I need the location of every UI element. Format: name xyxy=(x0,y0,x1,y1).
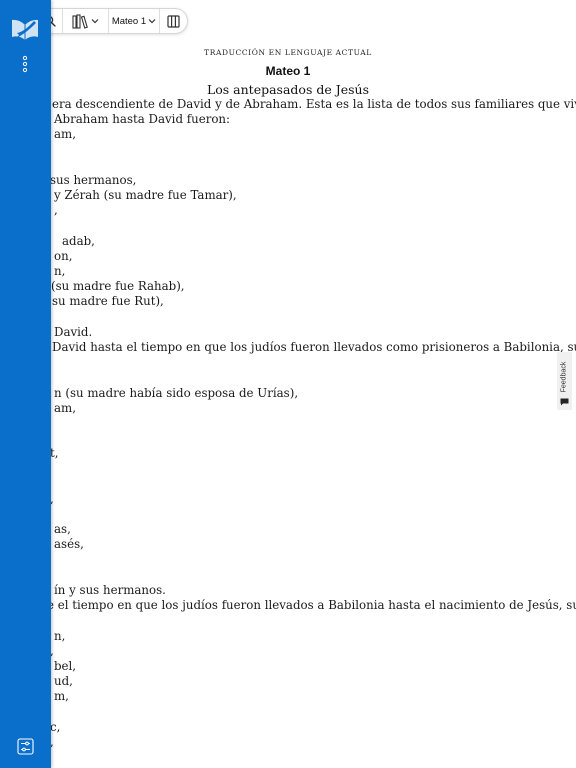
verse-list: era descendiente de David y de Abraham. … xyxy=(0,97,576,750)
verse-line xyxy=(0,355,570,370)
parallel-view-button[interactable] xyxy=(160,9,188,33)
verse-line: sus hermanos, xyxy=(50,172,137,187)
verse-line: , xyxy=(50,643,54,658)
verse-line xyxy=(0,568,570,583)
verse-line xyxy=(0,310,570,325)
version-name: Traducción en lenguaje actual xyxy=(204,48,372,57)
versions-button[interactable] xyxy=(63,9,108,33)
chapter-title: Mateo 1 xyxy=(265,64,311,78)
feedback-label: Feedback xyxy=(560,361,568,393)
verse-line: (su madre fue Rahab), xyxy=(51,279,185,294)
verse-line: am, xyxy=(54,127,76,142)
verse-line xyxy=(0,143,570,158)
verse-line: t, xyxy=(50,446,59,461)
verse-line: ín y sus hermanos. xyxy=(54,583,166,597)
verse-line: n (su madre había sido esposa de Urías), xyxy=(54,385,299,400)
verse-line: c, xyxy=(50,719,61,734)
verse-line: , xyxy=(54,203,58,218)
verse-line: adab, xyxy=(62,233,95,248)
verse-line: y Zérah (su madre fue Tamar), xyxy=(54,188,237,203)
verse-line xyxy=(0,431,570,446)
verse-line xyxy=(0,219,570,234)
verse-line: m, xyxy=(54,689,69,704)
verse-line: asés, xyxy=(54,537,84,552)
verse-line xyxy=(0,705,570,720)
chevron-down-icon xyxy=(91,19,99,24)
chevron-down-icon xyxy=(148,19,156,24)
verse-line: Abraham hasta David fueron: xyxy=(54,112,231,127)
verse-line: su madre fue Rut), xyxy=(52,294,164,309)
verse-line: as, xyxy=(54,522,71,537)
book-chapter-selector[interactable]: Mateo 1 xyxy=(109,9,158,33)
app-logo-icon[interactable] xyxy=(11,17,39,41)
verse-line xyxy=(0,613,570,628)
more-options-icon[interactable] xyxy=(20,55,30,73)
reader-pane: Traducción en lenguaje actual Mateo 1 Lo… xyxy=(0,0,576,768)
verse-line: on, xyxy=(54,248,73,263)
verse-line: David hasta el tiempo en que los judíos … xyxy=(52,340,576,354)
verse-line xyxy=(0,158,570,173)
verse-line xyxy=(0,507,570,522)
verse-line: era descendiente de David y de Abraham. … xyxy=(52,97,576,111)
verse-line: e el tiempo en que los judíos fueron lle… xyxy=(47,598,576,613)
verse-line: ud, xyxy=(54,674,73,689)
verse-line xyxy=(0,370,570,385)
columns-icon xyxy=(167,14,180,28)
chat-bubble-icon xyxy=(560,398,569,406)
verse-line xyxy=(0,477,570,492)
verse-line: , xyxy=(50,491,54,506)
sidebar xyxy=(0,0,51,768)
settings-sliders-icon[interactable] xyxy=(17,738,34,755)
verse-line: n, xyxy=(54,264,66,279)
feedback-tab[interactable]: Feedback xyxy=(557,352,572,410)
verse-line: am, xyxy=(54,400,76,415)
verse-line: n, xyxy=(54,628,66,643)
verse-line: , xyxy=(50,734,54,749)
section-heading: Los antepasados de Jesús xyxy=(206,82,370,97)
library-icon xyxy=(72,13,89,29)
book-chapter-label: Mateo 1 xyxy=(111,15,147,27)
verse-line xyxy=(0,462,570,477)
verse-line xyxy=(0,553,570,568)
verse-line: bel, xyxy=(54,658,77,673)
verse-line xyxy=(0,416,570,431)
verse-line: David. xyxy=(54,324,93,339)
